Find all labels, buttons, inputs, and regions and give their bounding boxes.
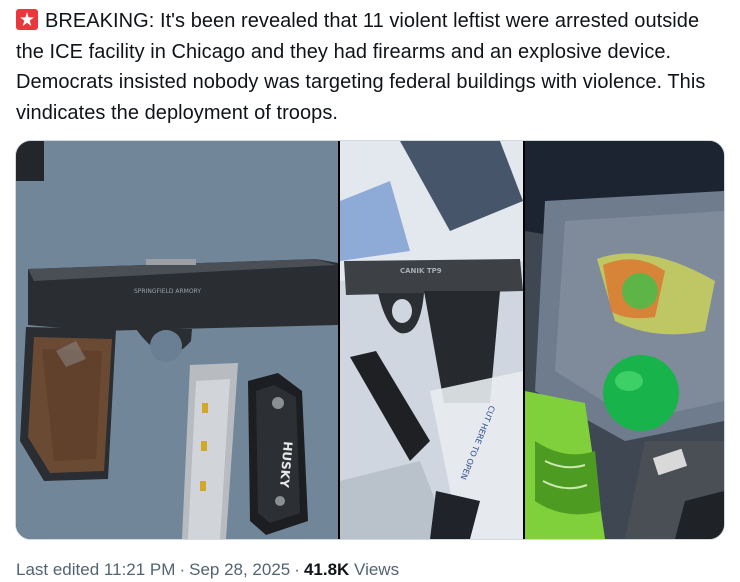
views-count[interactable]: 41.8K [304, 560, 349, 579]
tweet-body: BREAKING: It's been revealed that 11 vio… [16, 10, 706, 124]
views-label: Views [354, 560, 400, 579]
tweet-date[interactable]: Sep 28, 2025 [189, 560, 290, 579]
tweet-meta: Last edited 11:21 PM · Sep 28, 2025 · 41.8K … [16, 558, 399, 582]
photo-pistol-magazine-knife[interactable]: SPRINGFIELD ARMORY HUSKY [16, 141, 338, 539]
timestamp-link[interactable]: 11:21 PM · Sep 28, 2025 [104, 560, 290, 579]
svg-text:SPRINGFIELD ARMORY: SPRINGFIELD ARMORY [134, 288, 201, 295]
tweet-text: BREAKING: It's been revealed that 11 vio… [16, 6, 728, 128]
photo-pistol-evidence-bag[interactable]: CANIK TP9 CUT HERE TO OPEN [340, 141, 523, 539]
separator-dot: · [179, 560, 186, 579]
separator-dot: · [294, 560, 300, 579]
photo-explosive-device[interactable] [525, 141, 724, 539]
pistol-brand-text: CANIK TP9 [400, 267, 442, 275]
rotating-light-icon [16, 9, 38, 30]
media-grid[interactable]: SPRINGFIELD ARMORY HUSKY CANIK TP9 CUT H… [15, 140, 725, 540]
tweet-time[interactable]: 11:21 PM [104, 560, 176, 579]
edited-label[interactable]: Last edited [16, 560, 99, 579]
